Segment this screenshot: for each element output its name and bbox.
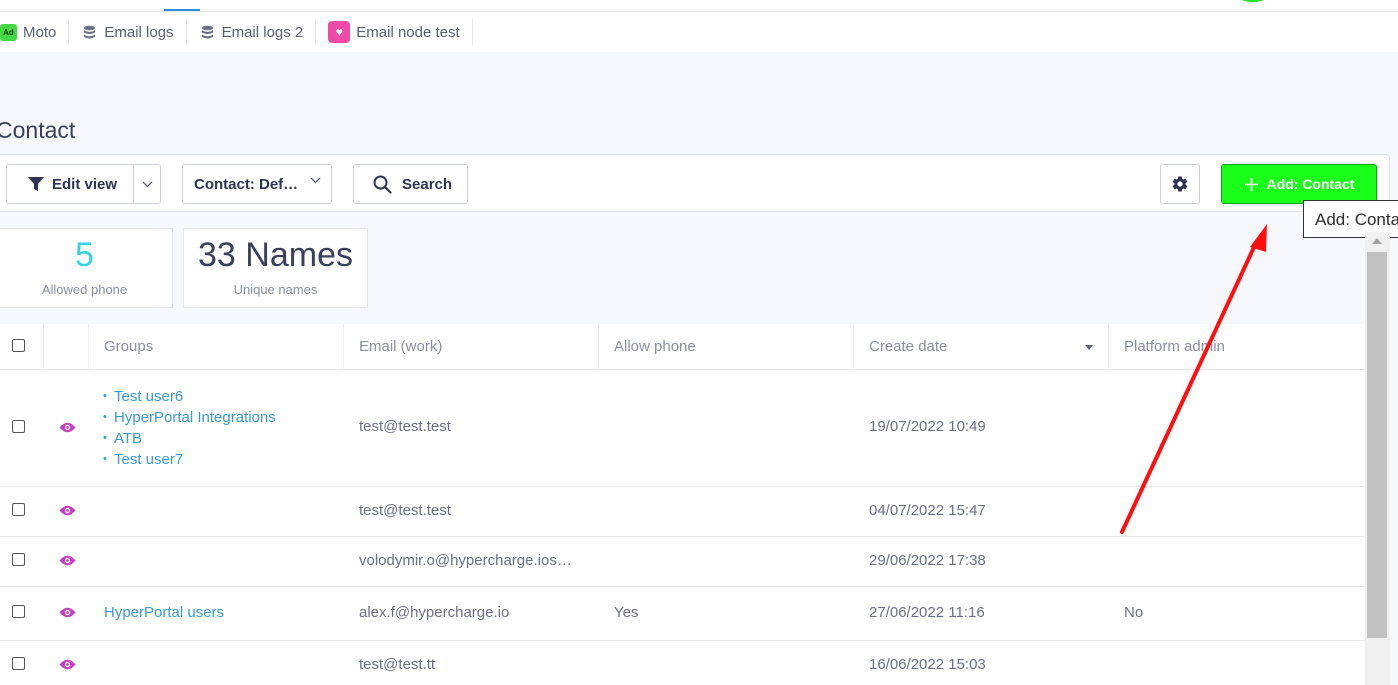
row-checkbox[interactable] (12, 420, 25, 433)
stat-unique-names[interactable]: 33 Names Unique names (183, 228, 368, 308)
tab-label: Moto (23, 23, 57, 41)
page-title: Contact (0, 117, 76, 143)
header-email[interactable]: Email (work) (343, 324, 599, 370)
email-cell: test@test.tt (359, 656, 436, 673)
sort-desc-icon (1085, 345, 1093, 350)
stat-allowed-phone[interactable]: 5 Allowed phone (0, 228, 173, 308)
table-row[interactable]: test@test.test 04/07/2022 15:47 (0, 487, 1365, 537)
allow-phone-cell: Yes (614, 604, 639, 621)
active-nav-indicator (164, 9, 200, 11)
tab-email-logs-2[interactable]: Email logs 2 (187, 19, 317, 45)
table-row[interactable]: Test user6 HyperPortal Integrations ATB … (0, 370, 1365, 487)
stat-label: Unique names (233, 282, 318, 297)
view-select[interactable]: Contact: Def… (182, 164, 332, 204)
group-link[interactable]: Test user7 (103, 449, 276, 470)
scroll-up-icon[interactable] (1372, 238, 1382, 244)
eye-icon[interactable] (59, 607, 76, 618)
create-date-cell: 16/06/2022 15:03 (869, 656, 986, 673)
email-cell: test@test.test (359, 418, 451, 435)
gear-icon (1172, 176, 1188, 192)
edit-view-dropdown[interactable] (134, 181, 160, 188)
tab-email-logs[interactable]: Email logs (69, 19, 187, 45)
plus-icon (1244, 177, 1258, 191)
groups-cell: Test user6 HyperPortal Integrations ATB … (88, 386, 276, 470)
add-contact-button[interactable]: Add: Contact (1221, 164, 1377, 204)
row-checkbox[interactable] (12, 605, 25, 618)
stat-label: Allowed phone (41, 282, 128, 297)
database-icon (199, 24, 216, 41)
eye-icon[interactable] (59, 555, 76, 566)
row-checkbox[interactable] (12, 503, 25, 516)
email-cell: volodymir.o@hypercharge.ios… (359, 552, 572, 569)
vertical-scrollbar[interactable] (1365, 232, 1390, 685)
contacts-table: Groups Email (work) Allow phone Create d… (0, 324, 1365, 685)
group-link[interactable]: Test user6 (103, 386, 276, 407)
search-label: Search (402, 175, 453, 193)
database-icon (81, 24, 98, 41)
top-strip (0, 0, 1398, 12)
select-all-checkbox[interactable] (12, 339, 25, 352)
stat-value: 5 (75, 236, 94, 274)
tab-label: Email logs (104, 23, 174, 41)
tab-label: Email logs 2 (221, 23, 304, 41)
header-platform-admin[interactable]: Platform admin (1108, 324, 1365, 370)
ad-badge-icon: Ad (0, 23, 17, 41)
table-row[interactable]: HyperPortal users alex.f@hypercharge.io … (0, 587, 1365, 641)
create-date-cell: 19/07/2022 10:49 (869, 418, 986, 435)
app-tab-bar: Ad Moto Email logs Email logs 2 ♥ Email … (0, 12, 1398, 52)
create-date-cell: 04/07/2022 15:47 (869, 502, 986, 519)
header-create-date[interactable]: Create date (853, 324, 1109, 370)
row-checkbox[interactable] (12, 657, 25, 670)
search-button[interactable]: Search (353, 164, 468, 204)
edit-view-button[interactable]: Edit view (6, 164, 161, 204)
group-link[interactable]: HyperPortal Integrations (103, 407, 276, 428)
eye-icon[interactable] (59, 422, 76, 433)
stat-value: 33 Names (198, 236, 353, 274)
filter-icon (28, 177, 44, 191)
eye-icon[interactable] (59, 659, 76, 670)
create-date-cell: 29/06/2022 17:38 (869, 552, 986, 569)
view-select-value: Contact: Def… (194, 175, 299, 193)
header-label: Create date (869, 338, 948, 355)
tab-moto[interactable]: Ad Moto (0, 19, 70, 45)
chevron-down-icon (310, 177, 321, 184)
eye-icon[interactable] (59, 505, 76, 516)
row-checkbox[interactable] (12, 553, 25, 566)
tab-email-node-test[interactable]: ♥ Email node test (316, 19, 473, 45)
header-eye-column (43, 324, 89, 370)
pink-app-icon: ♥ (328, 21, 351, 43)
email-cell: test@test.test (359, 502, 451, 519)
search-icon (373, 175, 392, 194)
tab-label: Email node test (356, 23, 460, 41)
add-contact-label: Add: Contact (1266, 176, 1355, 192)
toolbar: Edit view Contact: Def… Search Add: Cont… (0, 154, 1390, 212)
platform-admin-cell: No (1124, 604, 1144, 621)
group-link[interactable]: ATB (103, 428, 276, 449)
header-allow-phone[interactable]: Allow phone (598, 324, 854, 370)
table-row[interactable]: volodymir.o@hypercharge.ios… 29/06/2022 … (0, 537, 1365, 587)
scrollbar-thumb[interactable] (1367, 252, 1387, 638)
chevron-down-icon (142, 181, 153, 187)
group-link[interactable]: HyperPortal users (89, 604, 224, 621)
create-date-cell: 27/06/2022 11:16 (869, 604, 985, 621)
user-avatar[interactable] (1236, 0, 1270, 2)
settings-button[interactable] (1160, 164, 1200, 204)
header-groups[interactable]: Groups (88, 324, 344, 370)
table-header: Groups Email (work) Allow phone Create d… (0, 324, 1365, 370)
email-cell: alex.f@hypercharge.io (359, 604, 510, 621)
table-row[interactable]: test@test.tt 16/06/2022 15:03 (0, 641, 1365, 685)
edit-view-label: Edit view (52, 175, 118, 193)
